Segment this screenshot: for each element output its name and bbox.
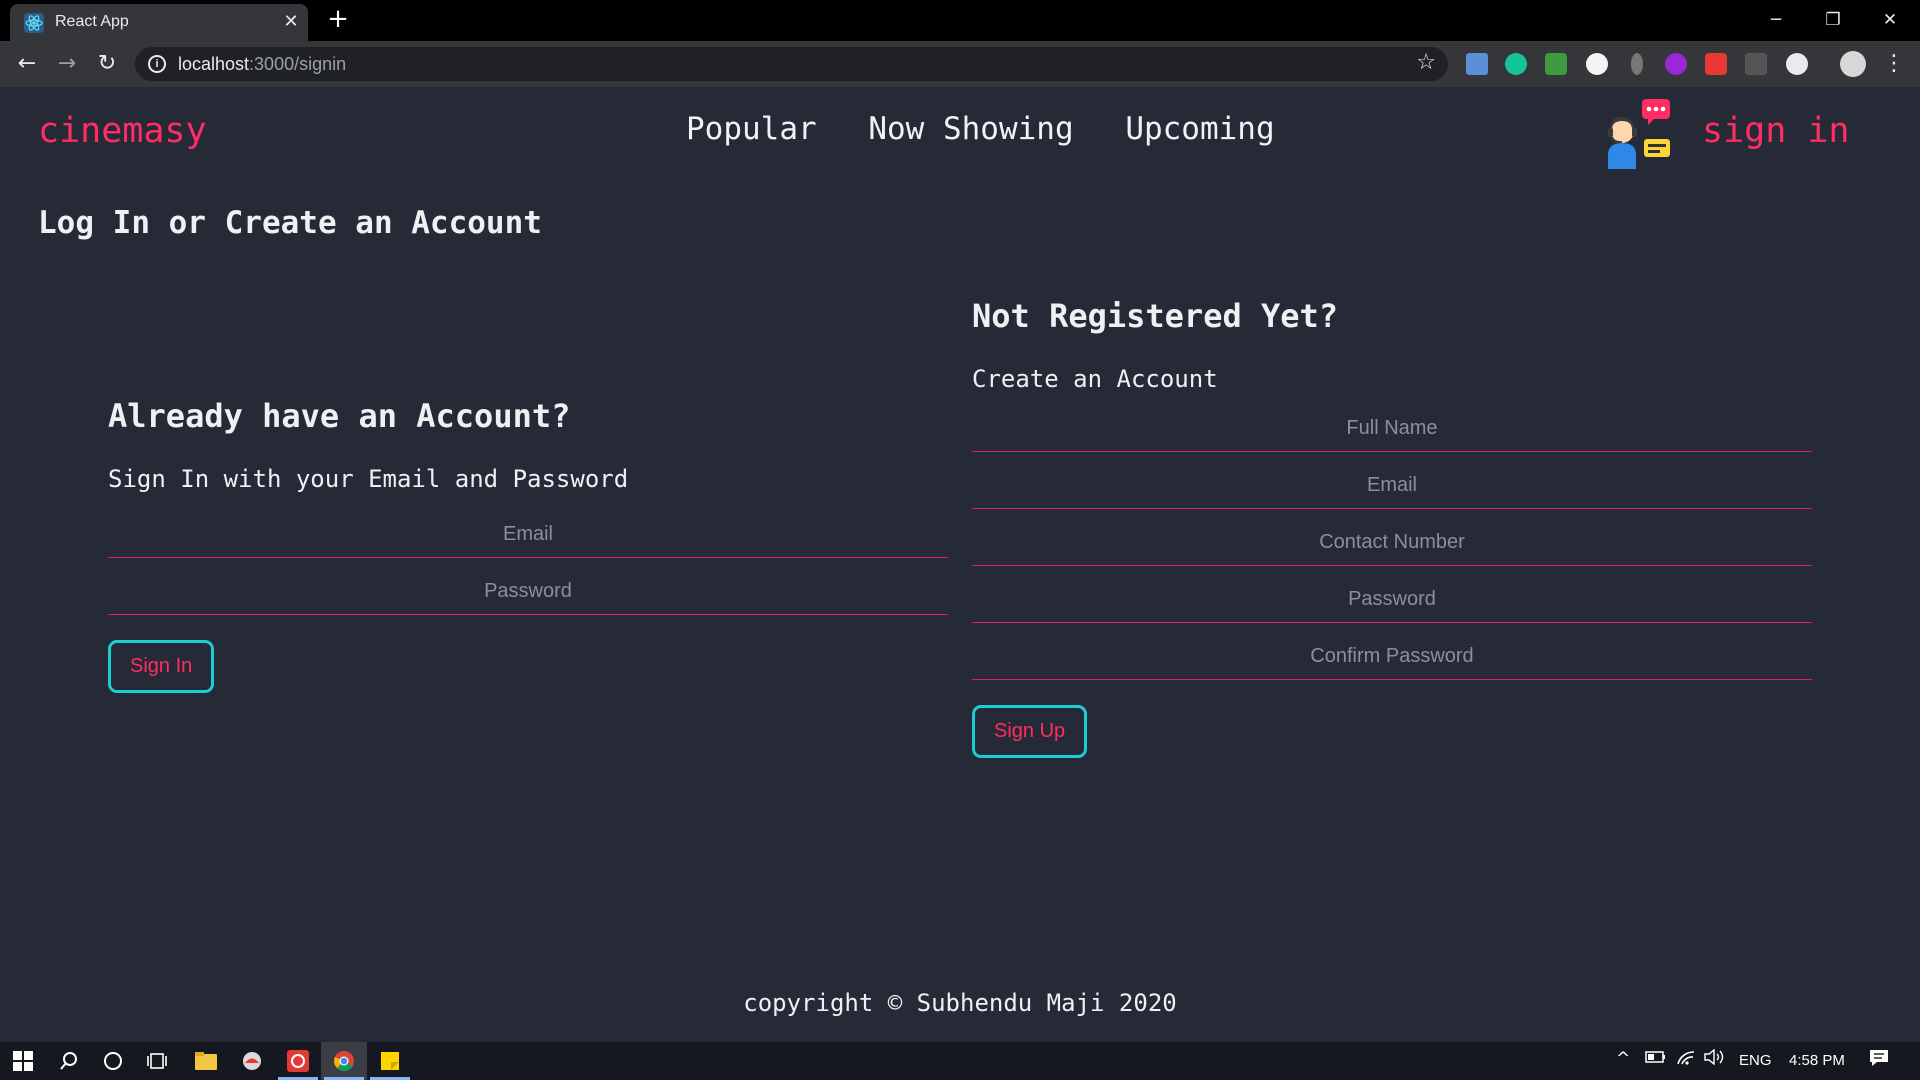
register-fullname-field-wrap xyxy=(972,395,1812,452)
tab-title: React App xyxy=(55,13,129,30)
address-bar[interactable]: i localhost:3000/signin ☆ xyxy=(135,47,1448,81)
grammarly-extension-icon[interactable] xyxy=(1505,53,1527,75)
purple-extension-icon[interactable] xyxy=(1665,53,1687,75)
red-extension-icon[interactable] xyxy=(1705,53,1727,75)
green-extension-icon[interactable] xyxy=(1545,53,1567,75)
url-host: localhost xyxy=(178,54,250,74)
login-section: Already have an Account? Sign In with yo… xyxy=(108,397,948,693)
anydesk-icon[interactable] xyxy=(229,1042,275,1080)
brand-logo[interactable]: cinemasy xyxy=(38,111,207,151)
chrome-icon[interactable] xyxy=(321,1042,367,1080)
wifi-icon[interactable] xyxy=(1676,1049,1696,1070)
restore-icon[interactable]: ❐ xyxy=(1813,6,1853,34)
tab-close-icon[interactable]: ✕ xyxy=(280,11,302,33)
login-heading: Already have an Account? xyxy=(108,397,571,435)
login-email-field-wrap xyxy=(108,501,948,558)
language-indicator[interactable]: ENG xyxy=(1739,1052,1772,1069)
register-email-input[interactable] xyxy=(972,452,1812,508)
register-contact-input[interactable] xyxy=(972,509,1812,565)
forward-icon[interactable]: → xyxy=(52,49,82,79)
battery-icon[interactable] xyxy=(1645,1049,1667,1069)
sign-in-button[interactable]: Sign In xyxy=(108,640,215,693)
search-icon[interactable] xyxy=(46,1042,92,1080)
mouse-extension-icon[interactable] xyxy=(1631,53,1643,75)
url-text: localhost:3000/signin xyxy=(178,54,346,75)
customer-support-icon xyxy=(1608,99,1670,169)
register-subheading: Create an Account xyxy=(972,365,1218,393)
register-email-field-wrap xyxy=(972,452,1812,509)
register-confirm-field-wrap xyxy=(972,623,1812,680)
browser-menu-icon[interactable]: ⋮ xyxy=(1883,49,1905,79)
register-fullname-input[interactable] xyxy=(972,395,1812,451)
sign-up-button[interactable]: Sign Up xyxy=(972,705,1088,758)
browser-tab[interactable]: React App ✕ xyxy=(10,4,308,41)
notes-extension-icon[interactable] xyxy=(1586,53,1608,75)
task-view-icon[interactable] xyxy=(134,1042,180,1080)
footer-copyright: copyright © Subhendu Maji 2020 xyxy=(743,989,1177,1017)
clock-time[interactable]: 4:58 PM xyxy=(1789,1052,1845,1069)
volume-icon[interactable] xyxy=(1703,1048,1725,1070)
profile-avatar[interactable] xyxy=(1840,51,1866,77)
login-email-input[interactable] xyxy=(108,501,948,557)
minimize-icon[interactable]: ─ xyxy=(1756,6,1796,34)
react-favicon-icon xyxy=(24,13,44,33)
nav-upcoming[interactable]: Upcoming xyxy=(1125,111,1274,147)
windows-taskbar: ^ ENG 4:58 PM xyxy=(0,1042,1920,1080)
back-icon[interactable]: ← xyxy=(12,49,42,79)
main-nav: Popular Now Showing Upcoming xyxy=(686,111,1308,147)
register-password-input[interactable] xyxy=(972,566,1812,622)
register-contact-field-wrap xyxy=(972,509,1812,566)
page-title: Log In or Create an Account xyxy=(38,205,542,241)
register-password-field-wrap xyxy=(972,566,1812,623)
register-confirm-password-input[interactable] xyxy=(972,623,1812,679)
notifications-icon[interactable] xyxy=(1869,1049,1889,1072)
whatsapp-icon[interactable] xyxy=(275,1042,321,1080)
browser-tab-strip: React App ✕ + ─ ❐ ✕ xyxy=(0,0,1920,41)
new-tab-icon[interactable]: + xyxy=(325,6,351,32)
nav-now-showing[interactable]: Now Showing xyxy=(868,111,1073,147)
page-content: cinemasy Popular Now Showing Upcoming si… xyxy=(0,87,1920,1042)
reload-icon[interactable]: ↻ xyxy=(92,49,122,79)
register-heading: Not Registered Yet? xyxy=(972,297,1339,335)
pen-extension-icon[interactable] xyxy=(1745,53,1767,75)
windows-start-icon[interactable] xyxy=(0,1042,46,1080)
url-path: :3000/signin xyxy=(249,54,347,74)
register-section: Not Registered Yet? Create an Account Si… xyxy=(972,297,1812,758)
show-hidden-icons-icon[interactable]: ^ xyxy=(1616,1049,1630,1069)
white-extension-icon[interactable] xyxy=(1786,53,1808,75)
header-signin-link[interactable]: sign in xyxy=(1702,111,1850,151)
file-explorer-icon[interactable] xyxy=(183,1042,229,1080)
site-info-icon[interactable]: i xyxy=(148,55,166,73)
bookmark-star-icon[interactable]: ☆ xyxy=(1416,50,1436,75)
login-password-field-wrap xyxy=(108,558,948,615)
nav-popular[interactable]: Popular xyxy=(686,111,817,147)
sticky-notes-icon[interactable] xyxy=(367,1042,413,1080)
browser-toolbar: ← → ↻ i localhost:3000/signin ☆ ⋮ xyxy=(0,41,1920,87)
cortana-icon[interactable] xyxy=(90,1042,136,1080)
login-subheading: Sign In with your Email and Password xyxy=(108,465,629,493)
translate-extension-icon[interactable] xyxy=(1466,53,1488,75)
login-password-input[interactable] xyxy=(108,558,948,614)
window-close-icon[interactable]: ✕ xyxy=(1870,6,1910,34)
